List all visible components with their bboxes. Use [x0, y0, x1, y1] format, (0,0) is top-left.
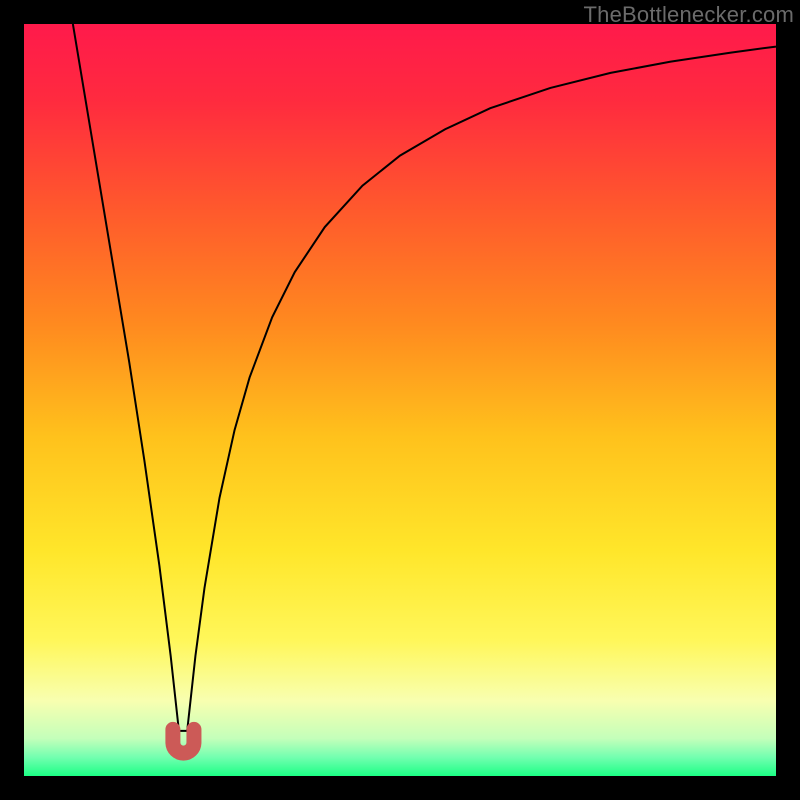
chart-plot — [24, 24, 776, 776]
chart-background — [24, 24, 776, 776]
watermark-text: TheBottlenecker.com — [584, 2, 794, 28]
chart-frame — [24, 24, 776, 776]
